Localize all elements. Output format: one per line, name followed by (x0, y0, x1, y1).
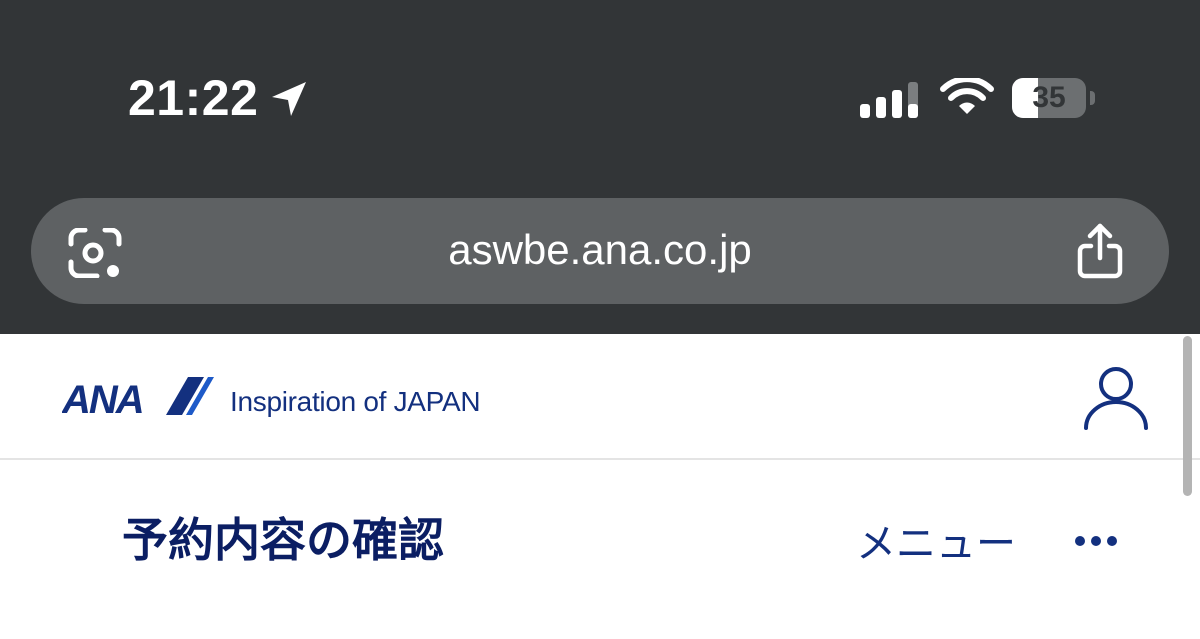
logo-text: ANA (62, 378, 143, 417)
location-arrow-icon (272, 82, 306, 116)
wifi-icon (940, 78, 994, 114)
site-header: ANA Inspiration of JAPAN (0, 334, 1200, 460)
page-title: 予約内容の確認 (122, 513, 444, 567)
cellular-signal-icon (860, 82, 918, 118)
url-text[interactable]: aswbe.ana.co.jp (31, 198, 1169, 304)
site-tagline: Inspiration of JAPAN (230, 386, 481, 417)
page-scrollbar[interactable] (1183, 336, 1192, 496)
battery-level: 35 (1032, 81, 1066, 114)
status-time: 21:22 (128, 70, 259, 126)
address-bar[interactable]: aswbe.ana.co.jp (31, 198, 1169, 304)
more-horizontal-icon (1075, 536, 1117, 546)
user-icon[interactable] (1080, 362, 1152, 434)
ana-logo[interactable]: ANA (62, 377, 214, 417)
browser-chrome: 21:22 35 aswbe.ana.co.jp (0, 0, 1200, 334)
menu-label: メニュー (856, 521, 1016, 567)
menu-button[interactable]: メニュー (856, 515, 1126, 575)
battery-icon: 35 (1012, 78, 1096, 118)
share-icon[interactable] (1073, 222, 1127, 280)
